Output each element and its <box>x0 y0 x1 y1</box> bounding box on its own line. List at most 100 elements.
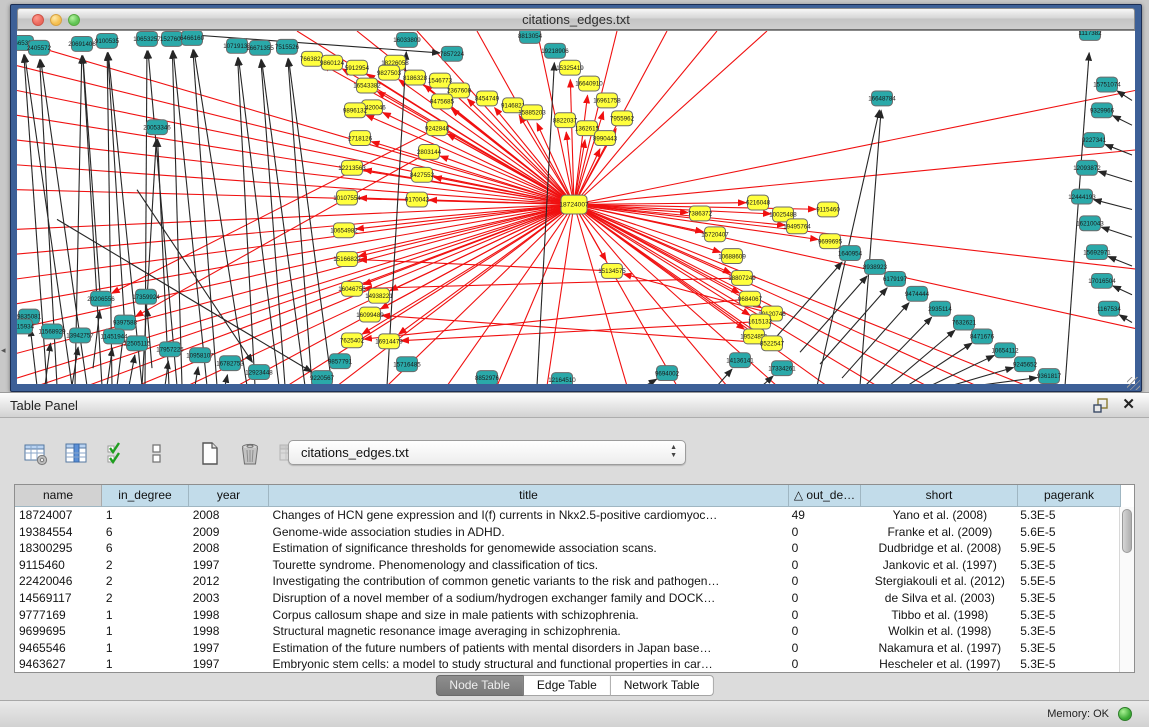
network-node[interactable]: 16543382 <box>353 78 381 93</box>
table-row[interactable]: 1938455462009Genome-wide association stu… <box>15 524 1119 541</box>
network-node[interactable]: 9115460 <box>816 202 840 217</box>
network-node[interactable]: 15692971 <box>1083 245 1111 260</box>
network-node[interactable]: 16961758 <box>593 93 621 108</box>
network-node[interactable]: 12213563 <box>338 160 366 175</box>
network-node[interactable]: 15885203 <box>518 105 546 120</box>
network-node[interactable]: 13942757 <box>66 328 94 343</box>
network-node[interactable]: 7386372 <box>688 206 713 221</box>
network-node[interactable]: 17016504 <box>1088 273 1116 288</box>
network-node[interactable]: 12164510 <box>548 373 576 384</box>
table-row[interactable]: 946554611997Estimation of the future num… <box>15 640 1119 657</box>
network-node[interactable]: 9220567 <box>310 371 335 384</box>
table-scrollbar[interactable] <box>1119 507 1134 672</box>
network-node[interactable]: 10654112 <box>991 343 1019 358</box>
network-select-dropdown[interactable]: citations_edges.txt ▲▼ <box>288 440 686 465</box>
network-node[interactable]: 16782753 <box>216 356 244 371</box>
network-canvas[interactable]: 1665304240557220691406910053510653257152… <box>17 30 1135 384</box>
network-node[interactable]: 9475685 <box>430 94 455 109</box>
network-node[interactable]: 15720407 <box>701 227 729 242</box>
network-node[interactable]: 8990443 <box>593 131 618 146</box>
network-node[interactable]: 10654982 <box>330 223 358 238</box>
network-node[interactable]: 19218906 <box>541 43 569 58</box>
network-node[interactable]: 12505115 <box>123 336 151 351</box>
network-node[interactable]: 7632621 <box>952 315 977 330</box>
network-node[interactable]: 14938221 <box>365 288 393 303</box>
network-node[interactable]: 9245652 <box>1013 357 1038 372</box>
column-header-in-degree[interactable]: in_degree <box>102 485 189 507</box>
network-node[interactable]: 18724007 <box>559 195 589 214</box>
network-node[interactable]: 6216048 <box>746 195 771 210</box>
column-settings-button[interactable] <box>20 438 52 468</box>
network-node[interactable]: 7955962 <box>610 111 635 126</box>
network-node[interactable]: 9827503 <box>377 65 402 80</box>
table-row[interactable]: 946362711997Embryonic stem cells: a mode… <box>15 656 1119 672</box>
network-node[interactable]: 1167534 <box>1097 301 1121 316</box>
network-node[interactable]: 8852976 <box>475 371 500 384</box>
float-panel-icon[interactable] <box>1093 398 1109 414</box>
new-table-button[interactable] <box>194 438 226 468</box>
panel-collapse-arrow-icon[interactable]: ◂ <box>1 345 6 356</box>
network-node[interactable]: 20691406 <box>68 36 96 51</box>
network-node[interactable]: 9860124 <box>320 55 345 70</box>
network-node[interactable]: 5912954 <box>345 60 370 75</box>
network-node[interactable]: 17334261 <box>768 361 796 376</box>
network-node[interactable]: 2803144 <box>417 145 442 160</box>
network-node[interactable]: 16648784 <box>868 91 896 106</box>
network-node[interactable]: 6179197 <box>883 271 908 286</box>
table-row[interactable]: 1830029562008Estimation of significance … <box>15 540 1119 557</box>
network-node[interactable]: 11568929 <box>38 324 66 339</box>
network-node[interactable]: 7857224 <box>440 46 465 61</box>
network-node[interactable]: 16671355 <box>246 40 274 55</box>
network-node[interactable]: 1615132 <box>748 314 773 329</box>
network-node[interactable]: 2718126 <box>348 131 373 146</box>
network-node[interactable]: 9361817 <box>1037 369 1062 384</box>
network-node[interactable]: 1640954 <box>838 246 863 261</box>
network-node[interactable]: 15325419 <box>556 60 584 75</box>
network-node[interactable]: 8454749 <box>475 91 500 106</box>
network-node[interactable]: 14136141 <box>726 353 754 368</box>
network-node[interactable]: 8471676 <box>970 329 995 344</box>
network-node[interactable]: 8186328 <box>403 70 428 85</box>
network-node[interactable]: 9227341 <box>1082 133 1107 148</box>
deselect-rows-button[interactable] <box>141 438 173 468</box>
network-node[interactable]: 6466160 <box>180 31 205 45</box>
network-node[interactable]: 15716485 <box>393 357 421 372</box>
network-node[interactable]: 16046756 <box>338 281 366 296</box>
network-node[interactable]: 9242848 <box>425 121 450 136</box>
table-row[interactable]: 1872400712008Changes of HCN gene express… <box>15 507 1119 524</box>
table-row[interactable]: 969969511998Structural magnetic resonanc… <box>15 623 1119 640</box>
table-row[interactable]: 2242004622012Investigating the contribut… <box>15 573 1119 590</box>
close-panel-icon[interactable]: ✕ <box>1122 395 1135 413</box>
network-node[interactable]: 9100535 <box>95 33 120 48</box>
network-node[interactable]: 9699695 <box>818 234 843 249</box>
column-header-out-degree[interactable]: △ out_de… <box>789 485 861 507</box>
network-node[interactable]: 19495764 <box>783 219 811 234</box>
network-node[interactable]: 7515526 <box>275 39 300 54</box>
network-node[interactable]: 9694002 <box>655 366 680 381</box>
network-node[interactable]: 3915934 <box>17 319 35 334</box>
column-header-short[interactable]: short <box>861 485 1018 507</box>
network-node[interactable]: 18807249 <box>728 270 756 285</box>
scrollbar-thumb[interactable] <box>1122 509 1132 553</box>
network-node[interactable]: 9857791 <box>328 354 353 369</box>
network-node[interactable]: 9397588 <box>113 315 138 330</box>
column-header-title[interactable]: title <box>269 485 789 507</box>
network-node[interactable]: 8822037 <box>553 113 578 128</box>
network-node[interactable]: 8427552 <box>410 167 435 182</box>
network-node[interactable]: 12923448 <box>245 365 273 380</box>
select-all-rows-button[interactable] <box>101 438 133 468</box>
network-node[interactable]: 17957225 <box>156 342 184 357</box>
network-node[interactable]: 15134575 <box>598 264 626 279</box>
network-node[interactable]: 10107554 <box>333 190 361 205</box>
tab-network-table[interactable]: Network Table <box>611 675 714 696</box>
network-node[interactable]: 9684067 <box>738 291 763 306</box>
network-node[interactable]: 1117382 <box>1078 31 1102 40</box>
network-node[interactable]: 10688609 <box>718 249 746 264</box>
network-node[interactable]: 9896132 <box>343 103 368 118</box>
column-header-year[interactable]: year <box>189 485 269 507</box>
network-node[interactable]: 7625402 <box>340 333 365 348</box>
network-node[interactable]: 16210043 <box>1076 216 1104 231</box>
column-header-name[interactable]: name <box>15 485 102 507</box>
delete-rows-button[interactable] <box>234 438 266 468</box>
network-node[interactable]: 16640910 <box>575 76 603 91</box>
